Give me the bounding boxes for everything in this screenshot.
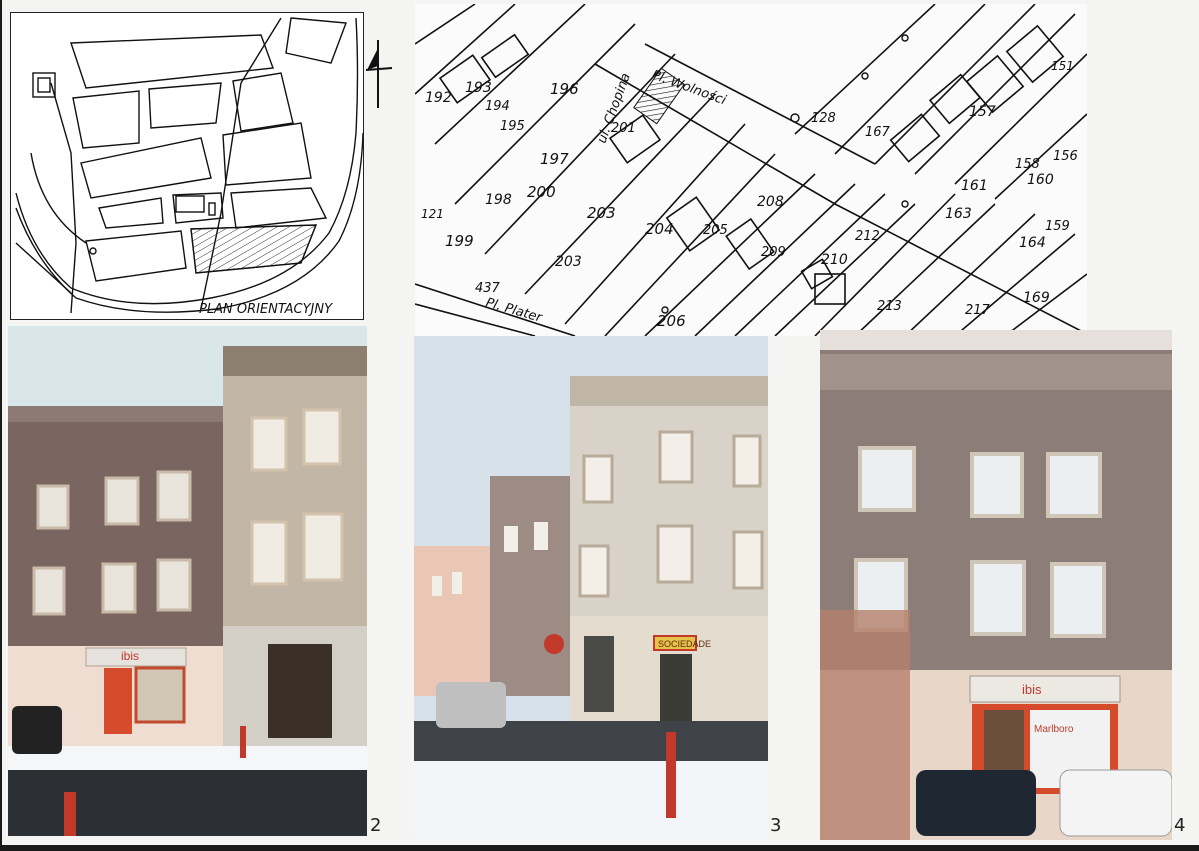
- svg-text:204: 204: [645, 220, 674, 238]
- shop-window: [268, 644, 332, 738]
- hatched-plot: [190, 224, 317, 274]
- cadastral-drawing: 192 193 196 194 195 197 198 199 200 201 …: [415, 4, 1087, 336]
- svg-text:151: 151: [1051, 59, 1074, 73]
- traffic-sign: [544, 634, 564, 654]
- svg-text:160: 160: [1027, 172, 1054, 188]
- svg-text:205: 205: [703, 223, 728, 238]
- svg-text:195: 195: [500, 119, 525, 134]
- white-van: [1059, 769, 1172, 837]
- svg-text:167: 167: [865, 125, 891, 140]
- svg-text:159: 159: [1045, 219, 1070, 234]
- photo-number-4: 4: [1174, 815, 1186, 836]
- photo-4-sign: ibis: [1022, 682, 1042, 697]
- svg-text:210: 210: [821, 252, 848, 268]
- svg-text:128: 128: [811, 111, 836, 126]
- svg-text:206: 206: [657, 312, 686, 330]
- svg-text:193: 193: [465, 80, 492, 96]
- svg-text:192: 192: [425, 90, 452, 106]
- red-door: [104, 668, 132, 734]
- photo-4-building-facade: ibis Marlboro: [820, 330, 1172, 840]
- photo-3-corner-building: SOCIEDADE: [414, 336, 768, 839]
- svg-text:121: 121: [421, 207, 444, 221]
- svg-text:197: 197: [540, 150, 569, 168]
- silver-car: [436, 682, 506, 728]
- svg-text:156: 156: [1053, 149, 1078, 164]
- sheet-bottom-edge: [0, 845, 1199, 851]
- svg-text:213: 213: [877, 299, 902, 314]
- svg-text:212: 212: [855, 229, 880, 244]
- orientation-sketch-map: PLAN ORIENTACYJNY: [10, 12, 364, 320]
- svg-text:199: 199: [445, 232, 474, 250]
- photo-number-3: 3: [770, 815, 782, 836]
- svg-text:203: 203: [587, 204, 616, 222]
- svg-text:161: 161: [961, 178, 988, 194]
- svg-text:163: 163: [945, 206, 972, 222]
- svg-text:157: 157: [969, 104, 996, 120]
- street-label-plater: Pl. Plater: [484, 295, 545, 326]
- svg-text:217: 217: [965, 303, 991, 318]
- dark-car: [916, 770, 1036, 836]
- parked-car: [12, 706, 62, 754]
- svg-text:196: 196: [550, 80, 579, 98]
- north-arrow-icon: [364, 38, 394, 110]
- svg-text:198: 198: [485, 192, 512, 208]
- svg-text:158: 158: [1015, 157, 1040, 172]
- svg-text:208: 208: [757, 194, 784, 210]
- sketch-map-drawing: PLAN ORIENTACYJNY: [15, 17, 363, 317]
- photo-number-2: 2: [370, 815, 382, 836]
- svg-text:194: 194: [485, 99, 510, 114]
- sketch-caption: PLAN ORIENTACYJNY: [199, 302, 333, 317]
- photo-2-street-facade: ibis: [8, 326, 367, 836]
- svg-text:169: 169: [1023, 290, 1050, 306]
- photo-2-sign: ibis: [121, 649, 139, 663]
- sheet-left-edge: [0, 0, 2, 851]
- photo-4-shop-sign: Marlboro: [1034, 724, 1074, 735]
- svg-text:203: 203: [555, 254, 582, 270]
- svg-text:437: 437: [475, 281, 501, 296]
- svg-text:164: 164: [1019, 235, 1046, 251]
- cadastral-map: 192 193 196 194 195 197 198 199 200 201 …: [415, 4, 1087, 336]
- svg-text:200: 200: [527, 183, 556, 201]
- svg-text:209: 209: [761, 245, 786, 260]
- photo-3-sign: SOCIEDADE: [658, 639, 711, 649]
